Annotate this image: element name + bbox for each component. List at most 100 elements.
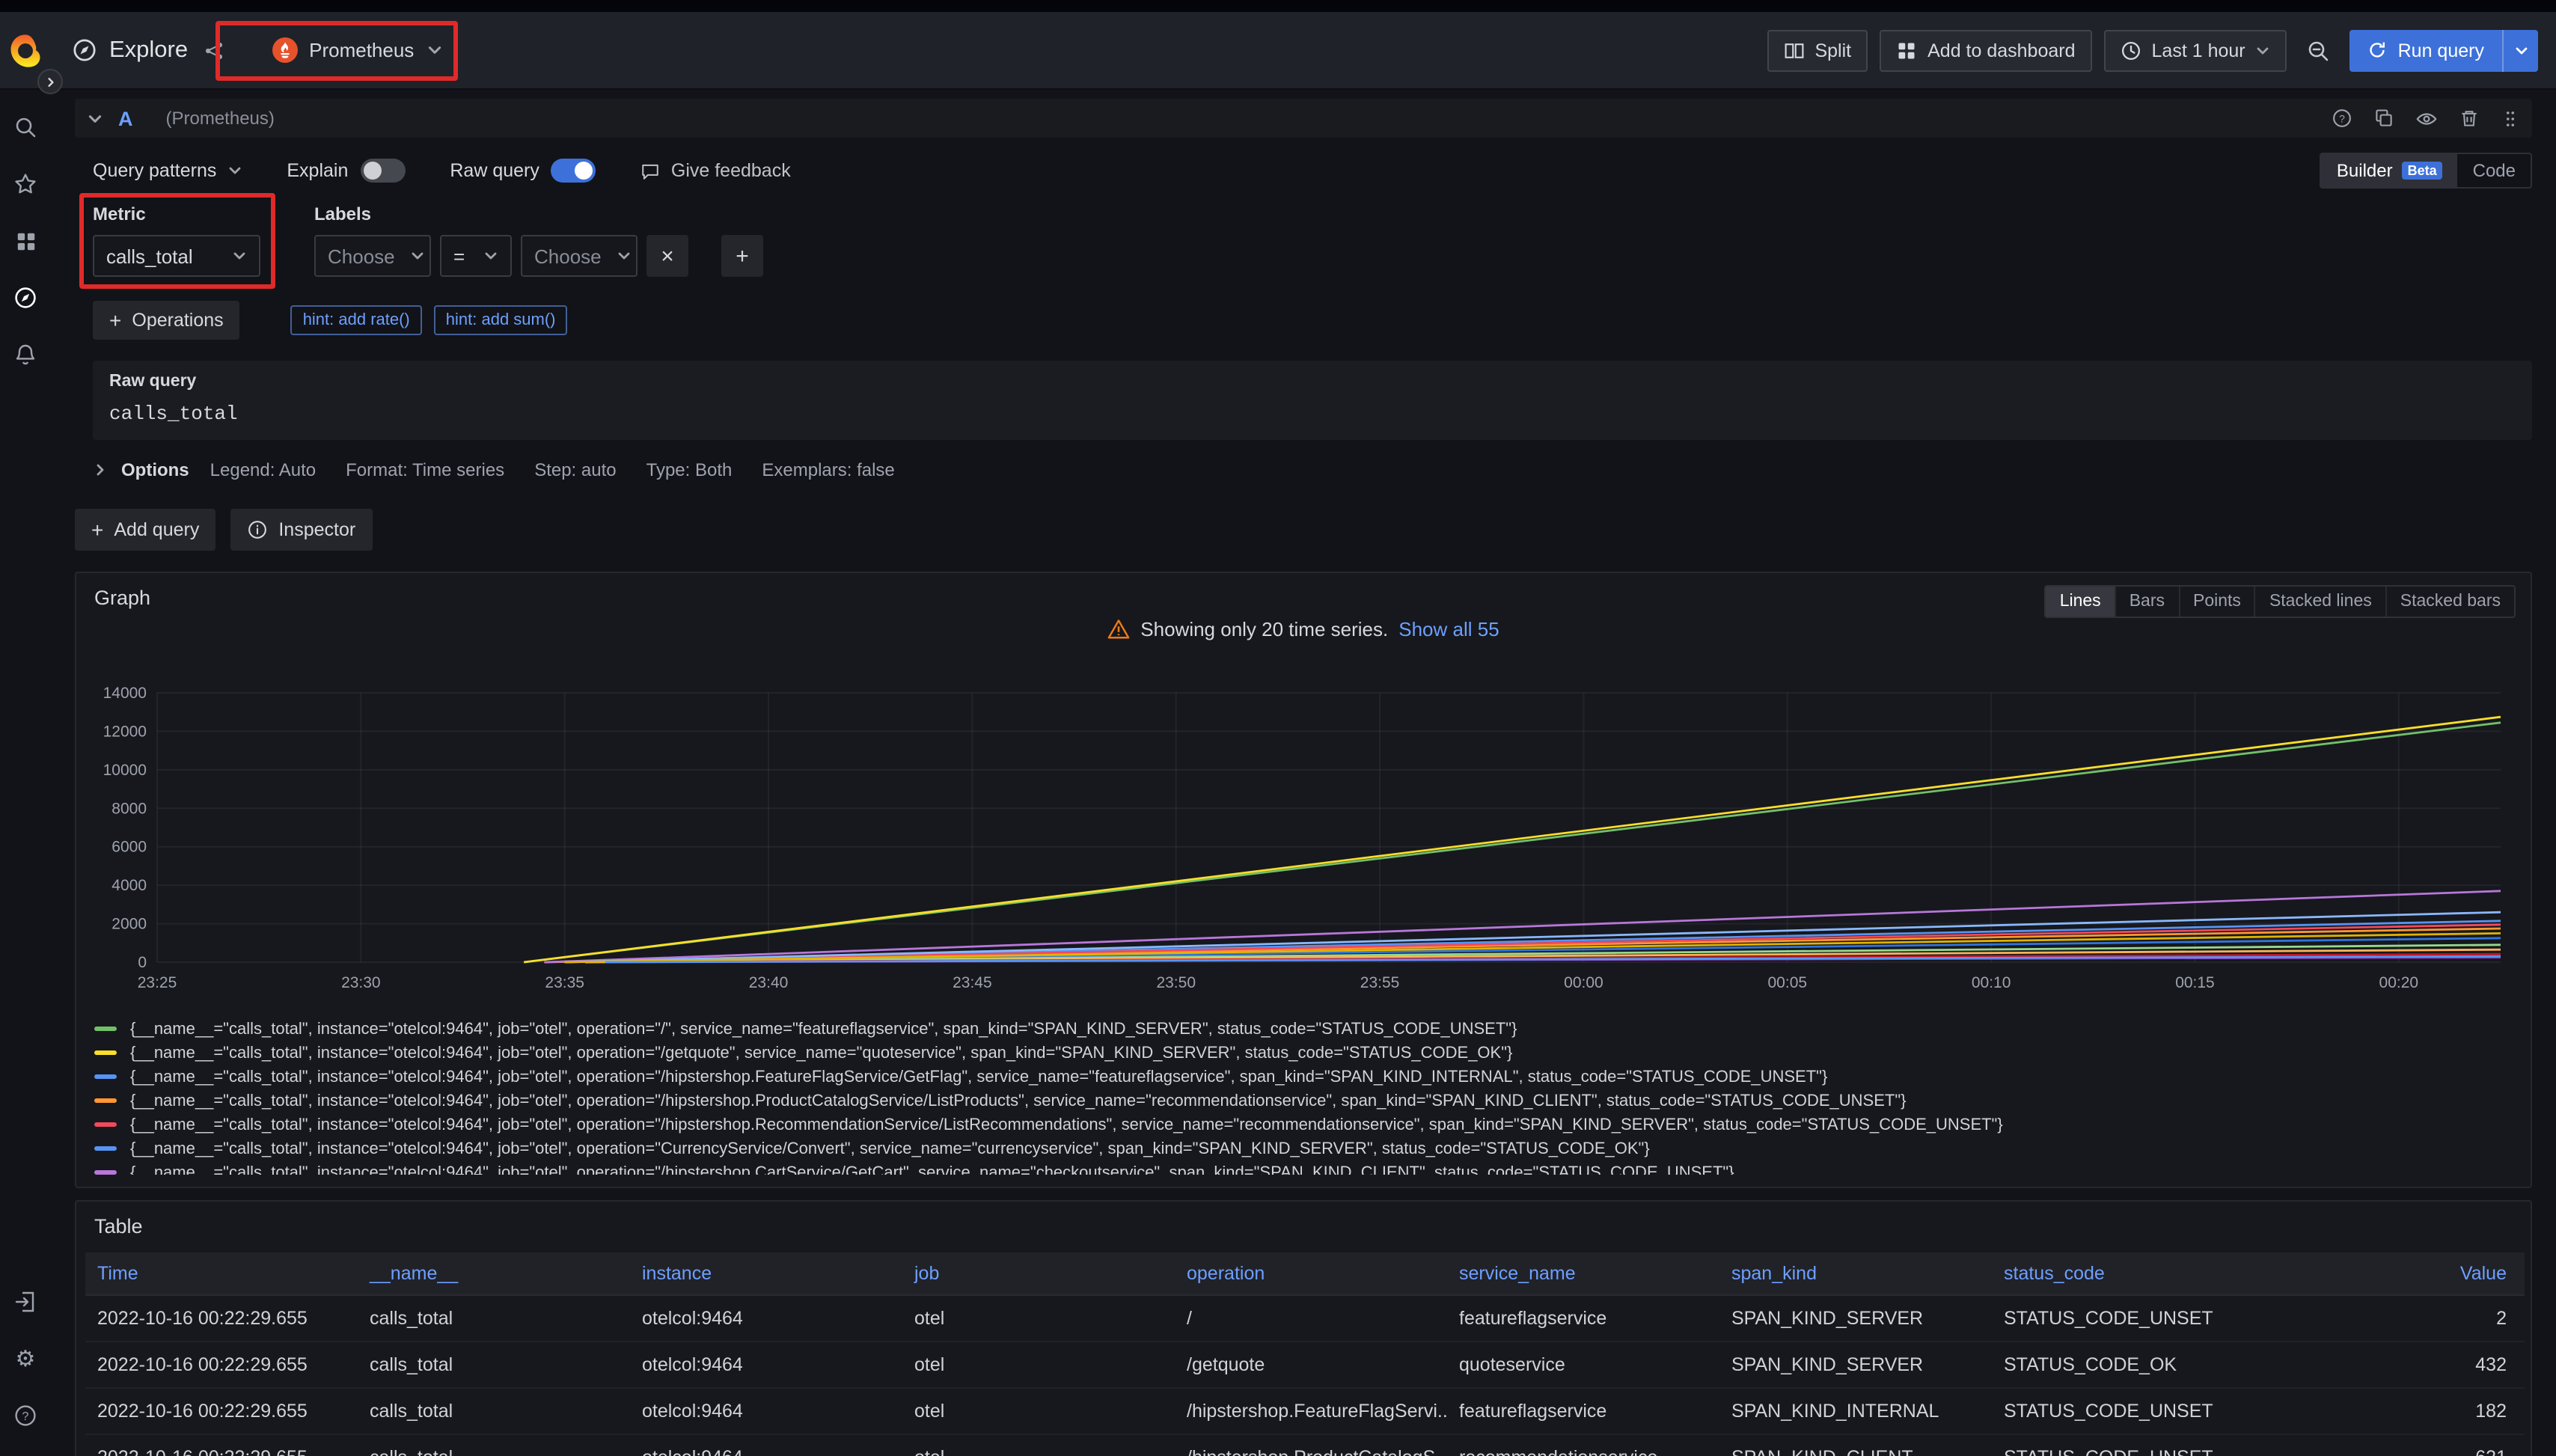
svg-text:8000: 8000 bbox=[111, 800, 147, 817]
graph-mode-bars[interactable]: Bars bbox=[2115, 587, 2178, 617]
add-to-dashboard-button[interactable]: Add to dashboard bbox=[1880, 29, 2091, 71]
run-query-button[interactable]: Run query bbox=[2350, 29, 2502, 71]
column-header-status_code[interactable]: status_code bbox=[1992, 1252, 2264, 1295]
sidebar-item-search[interactable] bbox=[0, 105, 51, 150]
table-cell: / bbox=[1175, 1295, 1447, 1342]
grafana-explore-page: Explore Prometheus Split bbox=[0, 0, 2556, 1456]
grafana-logo-icon bbox=[6, 31, 45, 70]
time-range-picker[interactable]: Last 1 hour bbox=[2104, 29, 2287, 71]
explore-content: A (Prometheus) ? bbox=[51, 90, 2556, 1456]
code-mode-button[interactable]: Code bbox=[2458, 154, 2531, 187]
sidebar-item-help[interactable]: ? bbox=[0, 1393, 51, 1438]
column-header-job[interactable]: job bbox=[902, 1252, 1175, 1295]
time-series-chart[interactable]: 0200040006000800010000120001400023:2523:… bbox=[88, 678, 2516, 1013]
query-datasource-note: (Prometheus) bbox=[166, 108, 275, 129]
metric-label: Metric bbox=[93, 204, 260, 224]
legend-series-label: {__name__="calls_total", instance="otelc… bbox=[130, 1163, 1734, 1175]
hint-add-rate-button[interactable]: hint: add rate() bbox=[291, 305, 422, 335]
inspector-button[interactable]: Inspector bbox=[230, 509, 372, 551]
legend-series-color bbox=[94, 1074, 117, 1079]
table-row: 2022-10-16 00:22:29.655calls_totalotelco… bbox=[85, 1434, 2525, 1456]
legend-item[interactable]: {__name__="calls_total", instance="otelc… bbox=[94, 1139, 2519, 1158]
raw-query-preview: Raw query calls_total bbox=[93, 361, 2532, 440]
split-button[interactable]: Split bbox=[1767, 29, 1868, 71]
builder-label: Builder bbox=[2337, 160, 2393, 181]
query-help-button[interactable]: ? bbox=[2332, 108, 2352, 129]
remove-query-button[interactable] bbox=[2459, 108, 2480, 129]
sidebar-item-starred[interactable] bbox=[0, 162, 51, 207]
add-label-filter-button[interactable]: + bbox=[721, 235, 763, 277]
explain-toggle[interactable] bbox=[360, 159, 405, 183]
column-header-time[interactable]: Time bbox=[85, 1252, 358, 1295]
sidebar-item-dashboards[interactable] bbox=[0, 218, 51, 263]
drag-handle[interactable] bbox=[2501, 108, 2520, 128]
legend-item[interactable]: {__name__="calls_total", instance="otelc… bbox=[94, 1163, 2519, 1175]
hint-add-sum-button[interactable]: hint: add sum() bbox=[434, 305, 568, 335]
graph-mode-points[interactable]: Points bbox=[2178, 587, 2254, 617]
table-cell: quoteservice bbox=[1447, 1342, 1719, 1388]
help-circle-icon: ? bbox=[13, 1404, 37, 1428]
add-operation-button[interactable]: + Operations bbox=[93, 301, 240, 340]
builder-mode-button[interactable]: Builder Beta bbox=[2322, 154, 2458, 187]
legend-item[interactable]: {__name__="calls_total", instance="otelc… bbox=[94, 1067, 2519, 1086]
legend-item[interactable]: {__name__="calls_total", instance="otelc… bbox=[94, 1019, 2519, 1039]
give-feedback-button[interactable]: Give feedback bbox=[641, 160, 791, 181]
svg-text:?: ? bbox=[2339, 112, 2345, 124]
query-editor-toolbar: Query patterns Explain Raw query Give fe… bbox=[93, 153, 2532, 189]
label-key-select[interactable]: Choose bbox=[314, 235, 431, 277]
svg-text:12000: 12000 bbox=[103, 723, 147, 740]
datasource-picker[interactable]: Prometheus bbox=[263, 29, 451, 71]
table-cell: otelcol:9464 bbox=[630, 1434, 902, 1456]
table-cell: SPAN_KIND_SERVER bbox=[1719, 1342, 1992, 1388]
sidebar-item-explore[interactable] bbox=[0, 275, 51, 320]
column-header-span_kind[interactable]: span_kind bbox=[1719, 1252, 1992, 1295]
sidebar-item-alerting[interactable] bbox=[0, 332, 51, 377]
raw-query-toggle[interactable] bbox=[551, 159, 596, 183]
query-row-header[interactable]: A (Prometheus) ? bbox=[75, 99, 2532, 138]
hide-response-button[interactable] bbox=[2415, 107, 2438, 129]
show-all-series-link[interactable]: Show all 55 bbox=[1398, 618, 1499, 640]
table-cell: otel bbox=[902, 1295, 1175, 1342]
beta-badge: Beta bbox=[2402, 162, 2443, 180]
add-query-button[interactable]: + Add query bbox=[75, 509, 215, 551]
time-range-label: Last 1 hour bbox=[2152, 40, 2245, 61]
info-circle-icon bbox=[247, 519, 268, 540]
label-operator-select[interactable]: = bbox=[440, 235, 512, 277]
table-cell: STATUS_CODE_UNSET bbox=[1992, 1434, 2264, 1456]
zoom-out-button[interactable] bbox=[2299, 29, 2338, 71]
graph-mode-stacked-bars[interactable]: Stacked bars bbox=[2385, 587, 2514, 617]
remove-label-filter-button[interactable]: × bbox=[646, 235, 688, 277]
table-panel-title: Table bbox=[94, 1215, 143, 1238]
operations-row: + Operations hint: add rate() hint: add … bbox=[93, 301, 2532, 340]
column-header-service_name[interactable]: service_name bbox=[1447, 1252, 1719, 1295]
column-header-value[interactable]: Value bbox=[2264, 1252, 2525, 1295]
star-icon bbox=[13, 172, 37, 196]
column-header-operation[interactable]: operation bbox=[1175, 1252, 1447, 1295]
table-cell: SPAN_KIND_SERVER bbox=[1719, 1295, 1992, 1342]
sidebar-item-configuration[interactable]: ⚙ bbox=[0, 1336, 51, 1381]
graph-mode-stacked-lines[interactable]: Stacked lines bbox=[2254, 587, 2385, 617]
grafana-logo[interactable] bbox=[0, 31, 51, 70]
share-icon[interactable] bbox=[203, 40, 224, 61]
run-query-dropdown-toggle[interactable] bbox=[2502, 29, 2538, 71]
plus-icon: + bbox=[109, 308, 121, 332]
graph-panel-title: Graph bbox=[94, 587, 150, 609]
duplicate-query-button[interactable] bbox=[2373, 108, 2394, 129]
sidebar-item-sign-in[interactable] bbox=[0, 1279, 51, 1324]
column-header-instance[interactable]: instance bbox=[630, 1252, 902, 1295]
legend-item[interactable]: {__name__="calls_total", instance="otelc… bbox=[94, 1043, 2519, 1062]
graph-mode-lines[interactable]: Lines bbox=[2046, 587, 2115, 617]
legend-item[interactable]: {__name__="calls_total", instance="otelc… bbox=[94, 1115, 2519, 1134]
column-header-__name__[interactable]: __name__ bbox=[358, 1252, 630, 1295]
query-options-row[interactable]: Options Legend: AutoFormat: Time seriesS… bbox=[93, 455, 2532, 485]
refresh-icon bbox=[2368, 40, 2388, 60]
warning-text: Showing only 20 time series. bbox=[1140, 618, 1388, 640]
label-value-select[interactable]: Choose bbox=[521, 235, 638, 277]
operations-label: Operations bbox=[132, 310, 223, 331]
metric-select[interactable]: calls_total bbox=[93, 235, 260, 277]
query-patterns-dropdown[interactable]: Query patterns bbox=[93, 160, 242, 181]
expand-sidebar-button[interactable] bbox=[37, 69, 63, 94]
legend-series-label: {__name__="calls_total", instance="otelc… bbox=[130, 1044, 1512, 1062]
table-cell: 2022-10-16 00:22:29.655 bbox=[85, 1434, 358, 1456]
legend-item[interactable]: {__name__="calls_total", instance="otelc… bbox=[94, 1091, 2519, 1110]
